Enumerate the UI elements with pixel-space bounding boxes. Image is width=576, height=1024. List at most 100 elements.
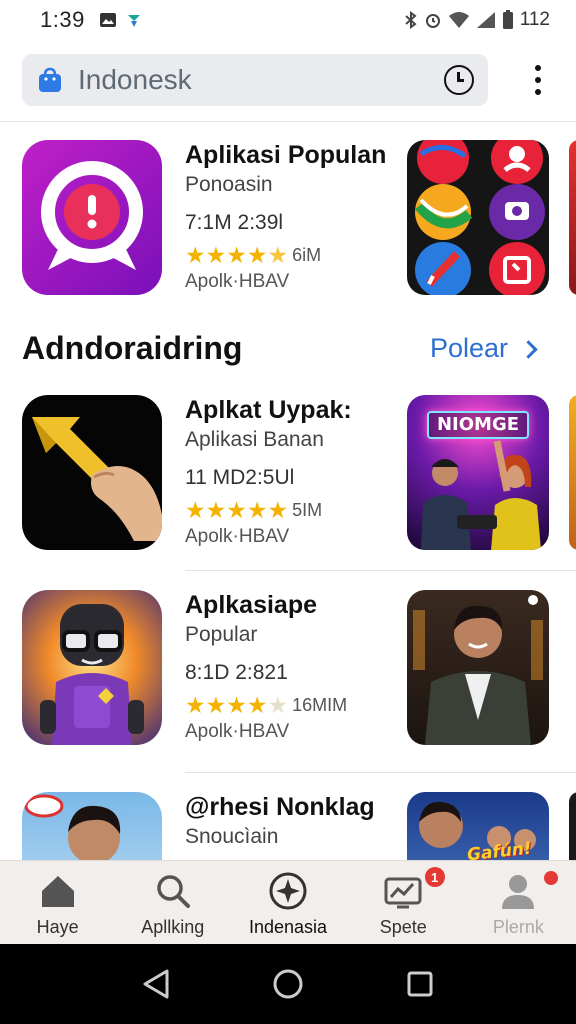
battery-icon	[502, 10, 513, 29]
see-more-link[interactable]: Polear	[430, 333, 538, 364]
app-icon[interactable]	[22, 792, 162, 860]
bottom-navigation: Haye Apllking Indenasia 1 Spete Plernk	[0, 860, 576, 944]
battery-level: 112	[519, 9, 550, 30]
home-button[interactable]	[268, 964, 308, 1004]
status-bar: 1:39 112	[0, 0, 576, 40]
star-icon: ★	[246, 497, 268, 523]
app-icon[interactable]	[22, 590, 162, 745]
chart-icon	[384, 877, 422, 909]
star-icon: ★	[205, 497, 227, 523]
star-icon: ★	[246, 692, 268, 718]
home-icon	[41, 876, 74, 907]
app-subtitle: Ponoasin	[185, 173, 273, 196]
see-more-label: Polear	[430, 333, 509, 363]
home-circle-icon	[273, 969, 303, 999]
section-title: Adndoraidring	[22, 330, 243, 366]
star-icon: ★	[226, 692, 247, 718]
gallery-notification-icon	[99, 13, 116, 27]
app-screenshot-thumbnail[interactable]: Gafún!	[407, 792, 549, 860]
search-input[interactable]: Indonesk	[78, 64, 444, 96]
wifi-icon	[448, 12, 469, 28]
app-screenshot-thumbnail[interactable]	[407, 590, 549, 745]
search-icon	[157, 875, 190, 908]
next-thumbnail-edge	[569, 395, 576, 550]
app-card[interactable]: Aplkat Uypak: Aplikasi Banan 11 MD2:5Ul …	[0, 395, 576, 565]
app-screenshot-thumbnail[interactable]	[407, 140, 549, 295]
nav-item-explore[interactable]: Indenasia	[230, 861, 345, 944]
alarm-icon	[425, 14, 440, 28]
person-portrait-illustration	[413, 595, 543, 745]
store-bag-icon	[39, 67, 61, 92]
nav-label: Haye	[36, 917, 79, 937]
more-options-button[interactable]	[528, 62, 548, 98]
star-icon: ★	[205, 692, 227, 718]
star-icon: ★	[226, 242, 247, 268]
app-developer: Apolk·HBAV	[185, 526, 290, 547]
chat-alert-icon	[41, 161, 143, 270]
app-grid-icon	[415, 140, 545, 295]
star-icon: ★	[185, 497, 206, 523]
people-party-illustration	[421, 440, 541, 550]
app-title: Aplkasiape	[185, 591, 318, 619]
nav-item-stats[interactable]: 1 Spete	[346, 861, 461, 944]
divider	[185, 772, 576, 773]
star-icon: ★	[185, 692, 206, 718]
system-navigation-bar	[0, 944, 576, 1024]
app-title: Aplkat Uypak:	[185, 396, 352, 424]
app-developer: Apolk·HBAV	[185, 721, 290, 742]
star-empty-icon: ★	[267, 692, 289, 718]
app-subtitle: Aplikasi Banan	[185, 428, 324, 451]
nav-item-profile[interactable]: Plernk	[461, 861, 576, 944]
next-thumbnail-edge	[569, 792, 576, 860]
app-card[interactable]: @rhesi Nonklag Snoucìain Gafún!	[0, 792, 576, 860]
bluetooth-icon	[405, 11, 417, 29]
star-half-icon: ★	[267, 242, 289, 268]
rating-count: 5IM	[292, 499, 323, 520]
app-icon[interactable]	[22, 395, 162, 550]
app-subtitle: Snoucìain	[185, 825, 279, 848]
star-icon: ★	[226, 497, 247, 523]
search-bar[interactable]: Indonesk	[22, 54, 488, 106]
star-icon: ★	[205, 242, 227, 268]
notification-dot	[543, 871, 558, 885]
person-icon	[502, 875, 535, 909]
star-icon: ★	[185, 242, 206, 268]
next-thumbnail-edge	[569, 140, 576, 295]
app-title: Aplikasi Populan	[185, 141, 387, 169]
nav-label: Apllking	[141, 917, 205, 937]
signal-icon	[476, 12, 495, 28]
app-screenshot-thumbnail[interactable]: NIOMGE	[407, 395, 549, 550]
app-meta: 8:1D 2:821	[185, 661, 288, 684]
rating: ★ ★ ★ ★ ★ 5IM	[185, 497, 405, 523]
rating: ★ ★ ★ ★ ★ 6iM	[185, 242, 405, 268]
app-icon[interactable]	[22, 140, 162, 295]
rating-count: 16MIM	[292, 694, 348, 715]
notification-badge: 1	[424, 867, 445, 887]
status-time: 1:39	[40, 7, 85, 32]
app-meta: 7:1M 2:39l	[185, 211, 284, 234]
app-notification-icon	[127, 15, 140, 27]
person-portrait-icon	[24, 794, 121, 860]
divider	[0, 121, 576, 122]
history-icon[interactable]	[444, 65, 474, 95]
back-button[interactable]	[136, 964, 176, 1004]
nav-item-home[interactable]: Haye	[0, 861, 115, 944]
nav-label: Spete	[379, 917, 427, 937]
compass-icon	[269, 872, 307, 910]
star-icon: ★	[246, 242, 268, 268]
rating: ★ ★ ★ ★ ★ 16MIM	[185, 692, 405, 718]
rating-count: 6iM	[292, 244, 322, 265]
divider	[185, 570, 576, 571]
nav-item-search[interactable]: Apllking	[115, 861, 230, 944]
back-icon	[143, 969, 169, 999]
nav-label: Plernk	[492, 917, 544, 937]
app-card[interactable]: Aplikasi Populan Ponoasin 7:1M 2:39l ★ ★ ★…	[0, 140, 576, 310]
app-title: @rhesi Nonklag	[185, 793, 375, 821]
star-icon: ★	[267, 497, 289, 523]
nav-label: Indenasia	[248, 917, 328, 937]
app-subtitle: Popular	[185, 623, 258, 646]
recents-icon	[407, 971, 433, 997]
app-developer: Apolk·HBAV	[185, 271, 290, 292]
recents-button[interactable]	[400, 964, 440, 1004]
app-card[interactable]: Aplkasiape Popular 8:1D 2:821 ★ ★ ★ ★ ★ 16MI…	[0, 590, 576, 760]
